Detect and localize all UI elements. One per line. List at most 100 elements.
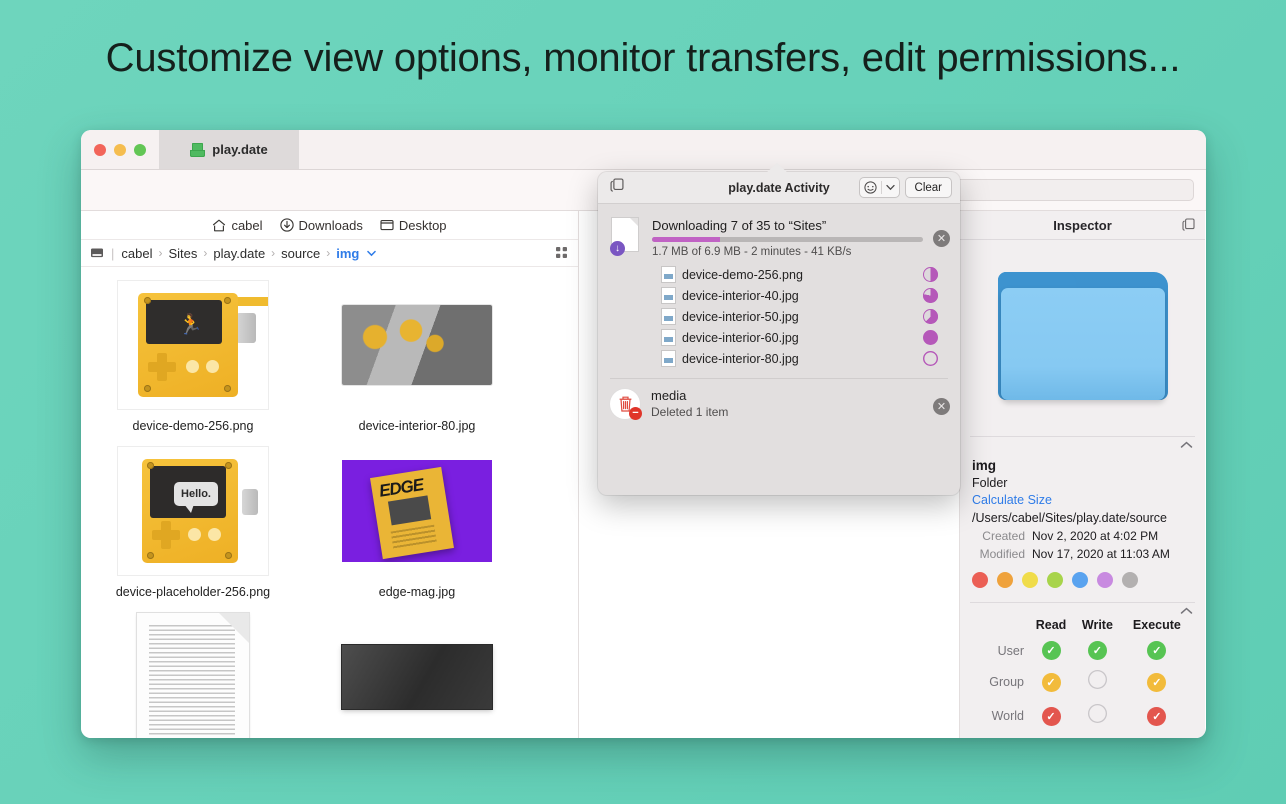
download-task-main: Downloading 7 of 35 to “Sites” 1.7 MB of… [652,218,923,258]
favorites-bar: cabel Downloads Desktop [81,211,578,240]
favorite-cabel[interactable]: cabel [212,218,263,233]
list-item[interactable]: device-interior-60.jpg [598,327,960,348]
minimize-button[interactable] [114,143,126,156]
permissions-col-execute: Execute [1132,618,1181,632]
modified-row: Modified Nov 17, 2020 at 11:03 AM [972,547,1193,561]
activity-options-popup[interactable] [859,178,899,197]
activity-popover: play.date Activity Clear ↓ Downloading 7… [598,163,960,495]
file-thumbnail: EDGE [342,447,492,575]
perm-world-execute[interactable]: ✓ [1121,699,1193,733]
window-tab-bar: play.date [81,130,1206,170]
trash-task-main: media Deleted 1 item [651,388,923,419]
playdate-hello-thumbnail: Hello. [118,447,268,575]
perm-world-write[interactable] [1074,699,1121,733]
favorite-downloads[interactable]: Downloads [279,218,363,233]
chevron-right-icon: › [326,246,331,260]
grid-view-icon[interactable] [555,246,568,262]
clear-button[interactable]: Clear [905,178,951,197]
file-name: edge-mag.jpg [378,585,456,599]
tag-blue[interactable] [1072,572,1088,588]
inspector-preview [960,240,1205,436]
created-label: Created [982,529,1025,543]
file-item[interactable] [305,613,529,738]
modified-label: Modified [979,547,1025,561]
dark-banner-thumbnail [342,645,492,709]
inspector-info: img Folder Calculate Size /Users/cabel/S… [960,452,1205,588]
zoom-button[interactable] [134,143,146,156]
file-item[interactable]: device-interior-80.jpg [305,281,529,433]
breadcrumb-img[interactable]: img [336,246,359,261]
favorite-desktop[interactable]: Desktop [380,218,447,233]
interior-photo-thumbnail [342,305,492,385]
tag-yellow[interactable] [1022,572,1038,588]
chevron-right-icon: › [158,246,163,260]
file-name: device-interior-40.jpg [682,288,799,303]
cancel-x-icon[interactable]: ✕ [933,398,950,415]
playdate-demo-thumbnail: 🏃 [118,281,268,409]
trash-title: media [651,388,687,403]
empty-circle-icon [1088,704,1107,723]
download-circle-icon [279,218,294,232]
minus-badge-icon: − [629,406,642,420]
file-item[interactable]: EDGE edge-mag.jpg [305,447,529,599]
cancel-x-icon[interactable]: ✕ [933,230,950,247]
permissions-corner [972,618,1028,636]
tag-orange[interactable] [997,572,1013,588]
activity-header-controls: Clear [859,178,951,197]
file-item[interactable] [81,613,305,738]
tag-green[interactable] [1047,572,1063,588]
duplicate-window-icon[interactable] [610,178,624,197]
list-item[interactable]: device-interior-40.jpg [598,285,960,306]
perm-user-write[interactable]: ✓ [1074,636,1121,665]
perm-group-write[interactable] [1074,665,1121,699]
breadcrumb-cabel[interactable]: cabel [121,246,152,261]
duplicate-window-icon[interactable] [1182,218,1195,234]
tag-purple[interactable] [1097,572,1113,588]
created-value: Nov 2, 2020 at 4:02 PM [1032,529,1159,543]
file-thumbnail [342,281,492,409]
download-title: Downloading 7 of 35 to “Sites” [652,218,827,233]
perm-world-read[interactable]: ✓ [1028,699,1074,733]
breadcrumb-source[interactable]: source [281,246,320,261]
file-name: device-demo-256.png [132,419,254,433]
tag-gray[interactable] [1122,572,1138,588]
close-button[interactable] [94,143,106,156]
check-icon: ✓ [1147,706,1167,726]
tab-play-date[interactable]: play.date [159,130,299,169]
perm-group-read[interactable]: ✓ [1028,665,1074,699]
file-browser-pane: cabel Downloads Desktop | cabel › Sites … [81,211,579,738]
download-task-row: ↓ Downloading 7 of 35 to “Sites” 1.7 MB … [598,212,960,258]
chevron-up-icon[interactable] [960,437,1205,452]
download-progress-fill [652,237,720,242]
file-thumbnail: 🏃 [118,281,268,409]
file-item[interactable]: 🏃 device-demo-256.png [81,281,305,433]
chevron-down-icon [885,184,895,191]
check-icon: ✓ [1147,672,1167,692]
list-item[interactable]: device-demo-256.png [598,264,960,285]
item-name: img [972,458,997,473]
perm-group-execute[interactable]: ✓ [1121,665,1193,699]
file-item[interactable]: Hello. device-placeholder-256.png [81,447,305,599]
edge-magazine-thumbnail: EDGE [342,460,492,562]
perm-user-execute[interactable]: ✓ [1121,636,1193,665]
breadcrumb-play-date[interactable]: play.date [213,246,265,261]
file-thumbnail: Hello. [118,447,268,575]
list-item[interactable]: device-interior-50.jpg [598,306,960,327]
tag-color-swatches [972,572,1193,588]
inspector-pane: Inspector img Folder Calculate Size /Use… [960,211,1205,738]
breadcrumb-sites[interactable]: Sites [168,246,197,261]
progress-pie-icon [923,309,938,324]
file-grid: 🏃 device-demo-256.png device-interior-80… [81,267,578,738]
progress-pie-icon [923,267,938,282]
item-path: /Users/cabel/Sites/play.date/source [972,511,1168,525]
chevron-right-icon: › [203,246,208,260]
calculate-size-link[interactable]: Calculate Size [972,493,1193,507]
list-item[interactable]: device-interior-80.jpg [598,348,960,369]
tag-red[interactable] [972,572,988,588]
permissions-col-read: Read [1035,618,1067,632]
favorite-label: Desktop [398,217,447,233]
chevron-up-icon[interactable] [960,603,1205,618]
chevron-down-icon[interactable] [367,250,377,257]
drive-icon[interactable] [90,247,104,259]
perm-user-read[interactable]: ✓ [1028,636,1074,665]
